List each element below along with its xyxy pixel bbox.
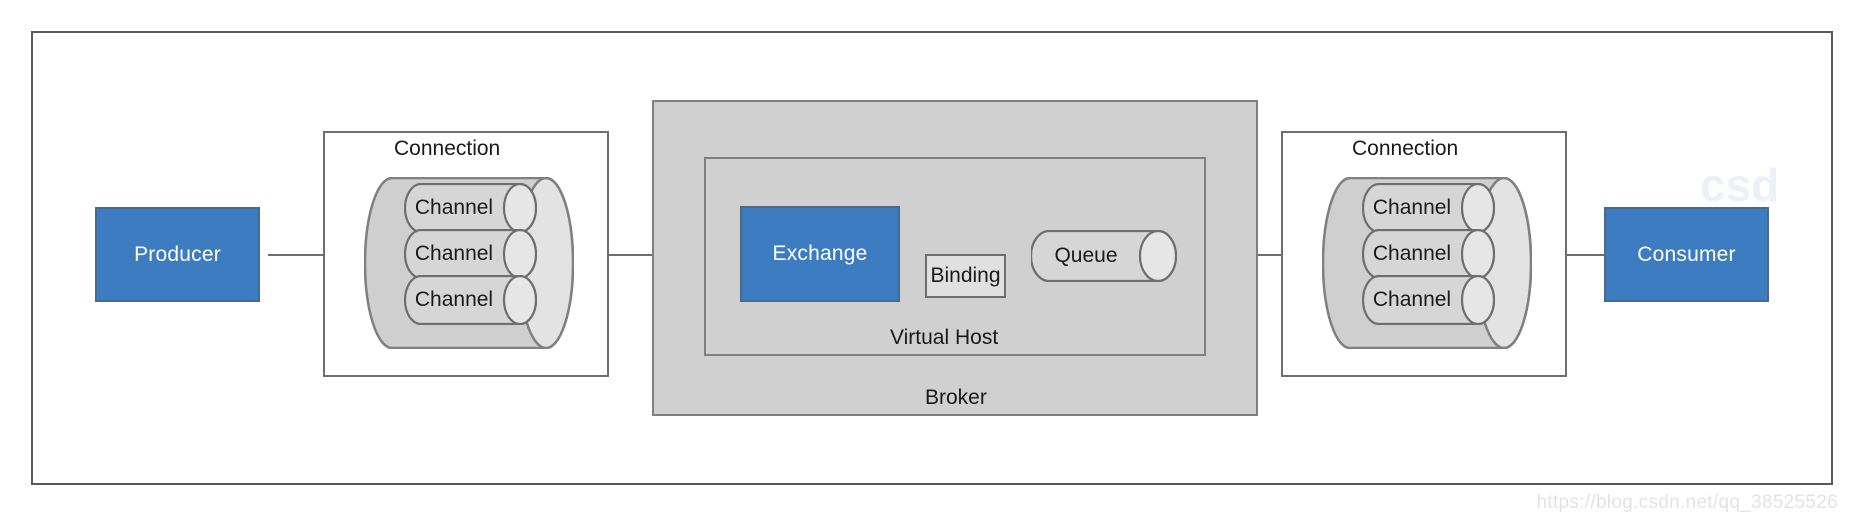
connector-connection-to-broker [608,254,654,256]
binding-label: Binding [930,264,1001,287]
producer-node[interactable]: Producer [95,207,260,302]
queue-label: Queue [1054,244,1118,267]
producer-label: Producer [134,242,221,266]
connection-right-channel-1-label: Channel [1372,242,1452,265]
connector-producer-to-connection [268,254,324,256]
consumer-node[interactable]: Consumer [1604,207,1769,302]
connection-right-label: Connection [1352,137,1459,160]
broker-label: Broker [925,386,987,409]
consumer-label: Consumer [1637,242,1736,266]
watermark-url: https://blog.csdn.net/qq_38525526 [1536,492,1838,513]
connection-right-channel-0-label: Channel [1372,196,1452,219]
virtual-host-label: Virtual Host [890,326,999,349]
exchange-node[interactable]: Exchange [740,206,900,302]
connection-right-channel-2-label: Channel [1372,288,1452,311]
diagram-canvas: Producer Connection Channel Channel Chan… [0,0,1866,520]
binding-node[interactable]: Binding [925,254,1006,298]
connection-left-channel-0-label: Channel [414,196,494,219]
connection-left-channel-1-label: Channel [414,242,494,265]
connection-left-label: Connection [394,137,501,160]
connection-left-channel-2-label: Channel [414,288,494,311]
exchange-label: Exchange [772,242,868,265]
